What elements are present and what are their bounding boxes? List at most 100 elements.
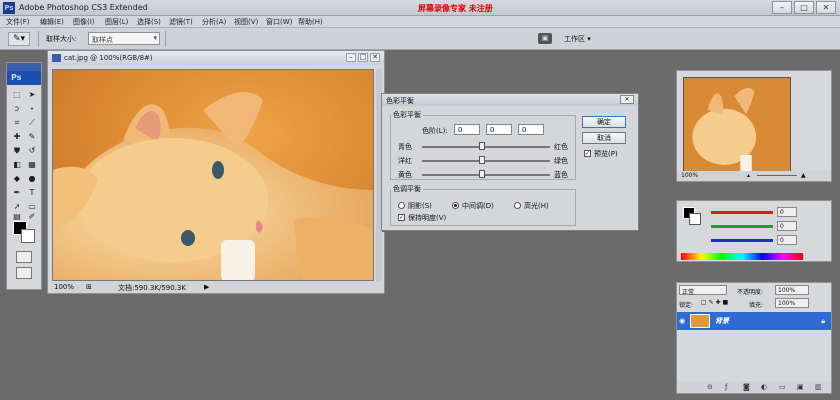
menu-select[interactable]: 选择(S): [137, 17, 161, 27]
workspace-icon[interactable]: ▣: [538, 33, 552, 44]
zoom-level[interactable]: 100%: [54, 283, 74, 291]
pen-tool-icon[interactable]: ✒: [10, 187, 24, 199]
dialog-titlebar[interactable]: 色彩平衡 ✕: [382, 94, 638, 106]
eyedropper-icon[interactable]: ✎▾: [8, 32, 30, 46]
group-label: 色调平衡: [393, 185, 421, 193]
blend-mode-select[interactable]: 正常: [679, 285, 727, 296]
history-brush-tool-icon[interactable]: ↺: [25, 145, 39, 157]
menu-analysis[interactable]: 分析(A): [202, 17, 226, 27]
lasso-tool-icon[interactable]: ↄ: [10, 103, 24, 115]
magenta-green-slider-thumb[interactable]: [479, 156, 485, 164]
opacity-input[interactable]: 100%: [775, 285, 809, 295]
eyedropper-tool-icon[interactable]: ✐: [25, 211, 39, 223]
group-icon[interactable]: ▭: [779, 383, 786, 391]
gradient-tool-icon[interactable]: ▦: [25, 159, 39, 171]
type-tool-icon[interactable]: T: [25, 187, 39, 199]
image-canvas[interactable]: [52, 69, 374, 281]
toolbox: Ps ⬚ ➤ ↄ ⋆ ⌗ ⟋ ✚ ✎ ⛊ ↺ ◧ ▦ ◆ ● ✒ T ➚ ▭ ▤…: [6, 62, 42, 290]
eye-icon[interactable]: ◉: [679, 317, 685, 325]
green-value[interactable]: 0: [777, 221, 797, 231]
trash-icon[interactable]: ▥: [815, 383, 822, 391]
layer-background-row[interactable]: ◉ 背景 🔒︎: [677, 312, 831, 330]
crop-tool-icon[interactable]: ⌗: [10, 117, 24, 129]
menu-help[interactable]: 帮助(H): [298, 17, 323, 27]
move-tool-icon[interactable]: ➤: [25, 89, 39, 101]
level-yellow-blue-input[interactable]: 0: [518, 124, 544, 135]
workspace-button[interactable]: 工作区 ▾: [560, 32, 595, 46]
menu-window[interactable]: 窗口(W): [266, 17, 292, 27]
panel-background-swatch[interactable]: [689, 213, 701, 225]
fill-input[interactable]: 100%: [775, 298, 809, 308]
status-menu-arrow-icon[interactable]: ▶: [204, 283, 209, 291]
slice-tool-icon[interactable]: ⟋: [25, 117, 39, 129]
screen-mode-icon[interactable]: [16, 267, 32, 279]
shadows-radio[interactable]: [398, 202, 405, 209]
midtones-label: 中间调(D): [462, 202, 494, 210]
status-icon[interactable]: ⊞: [86, 283, 92, 291]
maximize-button[interactable]: □: [794, 1, 814, 14]
sample-size-value: 取样点: [92, 36, 113, 44]
doc-maximize-button[interactable]: □: [358, 53, 368, 62]
fill-label: 填充:: [749, 302, 764, 309]
color-spectrum[interactable]: [681, 253, 803, 260]
level-cyan-red-input[interactable]: 0: [454, 124, 480, 135]
navigator-panel: 100% ▴ ▲: [676, 70, 832, 182]
toolbox-header[interactable]: [7, 63, 41, 71]
zoom-out-icon[interactable]: ▴: [747, 172, 750, 179]
eraser-tool-icon[interactable]: ◧: [10, 159, 24, 171]
menu-layer[interactable]: 图层(L): [105, 17, 128, 27]
menu-view[interactable]: 视图(V): [234, 17, 258, 27]
magic-wand-tool-icon[interactable]: ⋆: [25, 103, 39, 115]
cyan-red-slider-thumb[interactable]: [479, 142, 485, 150]
fx-icon[interactable]: ƒ: [725, 383, 727, 391]
document-titlebar[interactable]: cat.jpg @ 100%(RGB/8#) – □ ✕: [48, 51, 384, 65]
yellow-blue-slider-thumb[interactable]: [479, 170, 485, 178]
navigator-thumbnail[interactable]: [683, 77, 791, 173]
red-slider[interactable]: [711, 211, 773, 214]
preview-checkbox[interactable]: ✓: [584, 150, 591, 157]
green-slider[interactable]: [711, 225, 773, 228]
close-button[interactable]: ✕: [816, 1, 836, 14]
blue-slider[interactable]: [711, 239, 773, 242]
minimize-button[interactable]: –: [772, 1, 792, 14]
slider-right-label: 红色: [554, 143, 568, 151]
lock-icons[interactable]: □ ✎ ✚ ■: [701, 299, 728, 306]
quick-mask-icon[interactable]: [16, 251, 32, 263]
red-value[interactable]: 0: [777, 207, 797, 217]
midtones-radio[interactable]: [452, 202, 459, 209]
dodge-tool-icon[interactable]: ●: [25, 173, 39, 185]
menu-image[interactable]: 图像(I): [73, 17, 95, 27]
background-color-swatch[interactable]: [21, 229, 35, 243]
highlights-radio[interactable]: [514, 202, 521, 209]
sample-size-select[interactable]: 取样点 ▾: [88, 32, 160, 45]
brush-tool-icon[interactable]: ✎: [25, 131, 39, 143]
marquee-tool-icon[interactable]: ⬚: [10, 89, 24, 101]
zoom-in-icon[interactable]: ▲: [801, 172, 806, 179]
layers-panel: 正常 不透明度: 100% 锁定: □ ✎ ✚ ■ 填充: 100% ◉ 背景 …: [676, 282, 832, 394]
yellow-blue-slider[interactable]: [422, 174, 550, 176]
preserve-luminosity-checkbox[interactable]: ✓: [398, 214, 405, 221]
menu-filter[interactable]: 滤镜(T): [169, 17, 193, 27]
doc-minimize-button[interactable]: –: [346, 53, 356, 62]
magenta-green-slider[interactable]: [422, 160, 550, 162]
menu-file[interactable]: 文件(F): [6, 17, 30, 27]
group-label: 色彩平衡: [393, 111, 421, 119]
navigator-zoom-slider[interactable]: [757, 175, 797, 176]
mask-icon[interactable]: ◙: [743, 383, 750, 391]
level-magenta-green-input[interactable]: 0: [486, 124, 512, 135]
stamp-tool-icon[interactable]: ⛊: [10, 145, 24, 157]
healing-brush-tool-icon[interactable]: ✚: [10, 131, 24, 143]
layer-thumbnail: [690, 314, 710, 328]
blue-value[interactable]: 0: [777, 235, 797, 245]
blur-tool-icon[interactable]: ◆: [10, 173, 24, 185]
ok-button[interactable]: 确定: [582, 116, 626, 128]
dialog-close-button[interactable]: ✕: [620, 95, 634, 104]
navigator-zoom[interactable]: 100%: [681, 172, 698, 179]
doc-close-button[interactable]: ✕: [370, 53, 380, 62]
cyan-red-slider[interactable]: [422, 146, 550, 148]
new-layer-icon[interactable]: ▣: [797, 383, 804, 391]
link-icon[interactable]: ⊝: [707, 383, 713, 391]
menu-edit[interactable]: 编辑(E): [40, 17, 64, 27]
cancel-button[interactable]: 取消: [582, 132, 626, 144]
adjustment-layer-icon[interactable]: ◐: [761, 383, 767, 391]
